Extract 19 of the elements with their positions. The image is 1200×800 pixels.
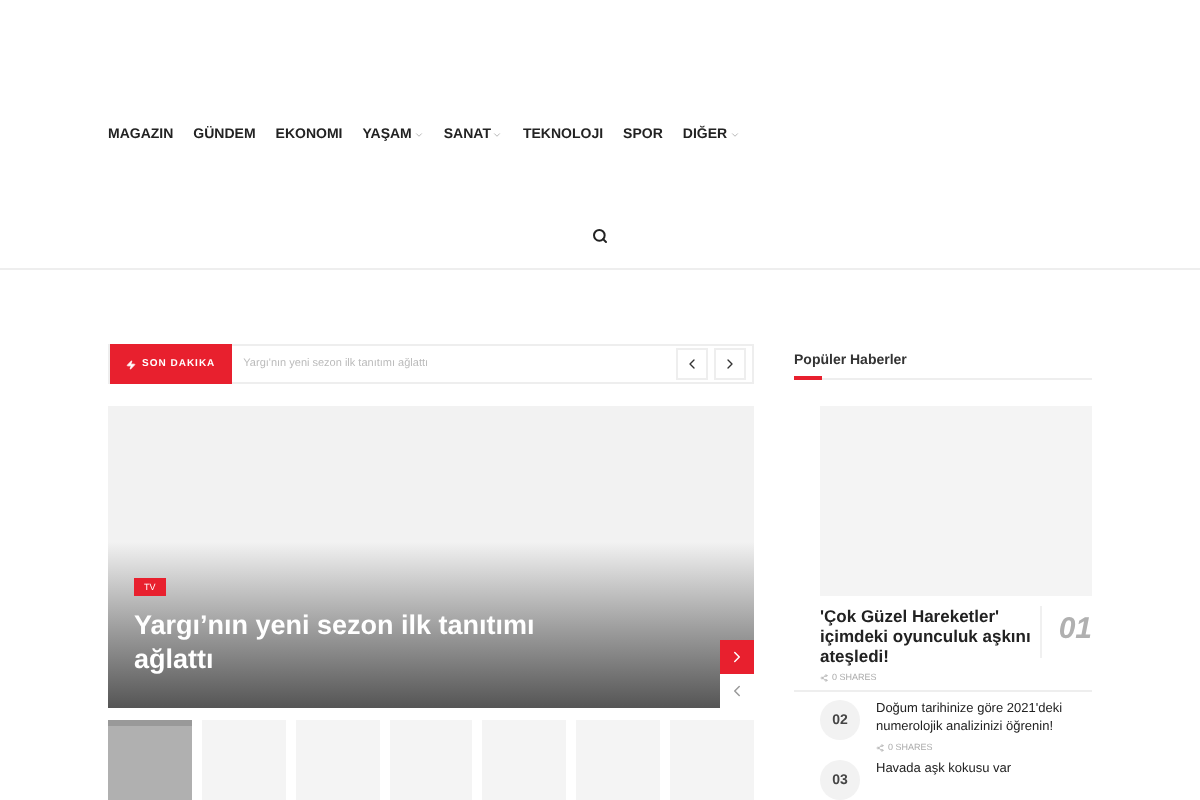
hero-title[interactable]: Yargı’nın yeni sezon ilk tanıtımı ağlattı bbox=[134, 608, 594, 676]
search-icon[interactable] bbox=[592, 228, 608, 244]
article-title[interactable]: 'Çok Güzel Hareketler' içimdeki oyunculuk aşkını ateşledi! bbox=[820, 606, 1041, 666]
chevron-right-icon bbox=[728, 648, 746, 666]
previous-button[interactable] bbox=[676, 348, 708, 380]
caret-icon bbox=[492, 130, 503, 140]
chevron-right-icon bbox=[722, 356, 738, 372]
title-underline bbox=[794, 376, 822, 380]
next-slide-button[interactable] bbox=[720, 640, 754, 674]
chevron-left-icon bbox=[684, 356, 700, 372]
rank-number: 01 bbox=[1040, 606, 1092, 658]
slide-thumbnail[interactable] bbox=[108, 720, 192, 800]
next-button[interactable] bbox=[714, 348, 746, 380]
caret-icon bbox=[413, 130, 424, 140]
caret-icon bbox=[729, 130, 740, 140]
chevron-left-icon bbox=[728, 682, 746, 700]
lightning-icon bbox=[126, 359, 136, 369]
share-icon bbox=[876, 743, 884, 751]
share-icon bbox=[820, 673, 828, 681]
